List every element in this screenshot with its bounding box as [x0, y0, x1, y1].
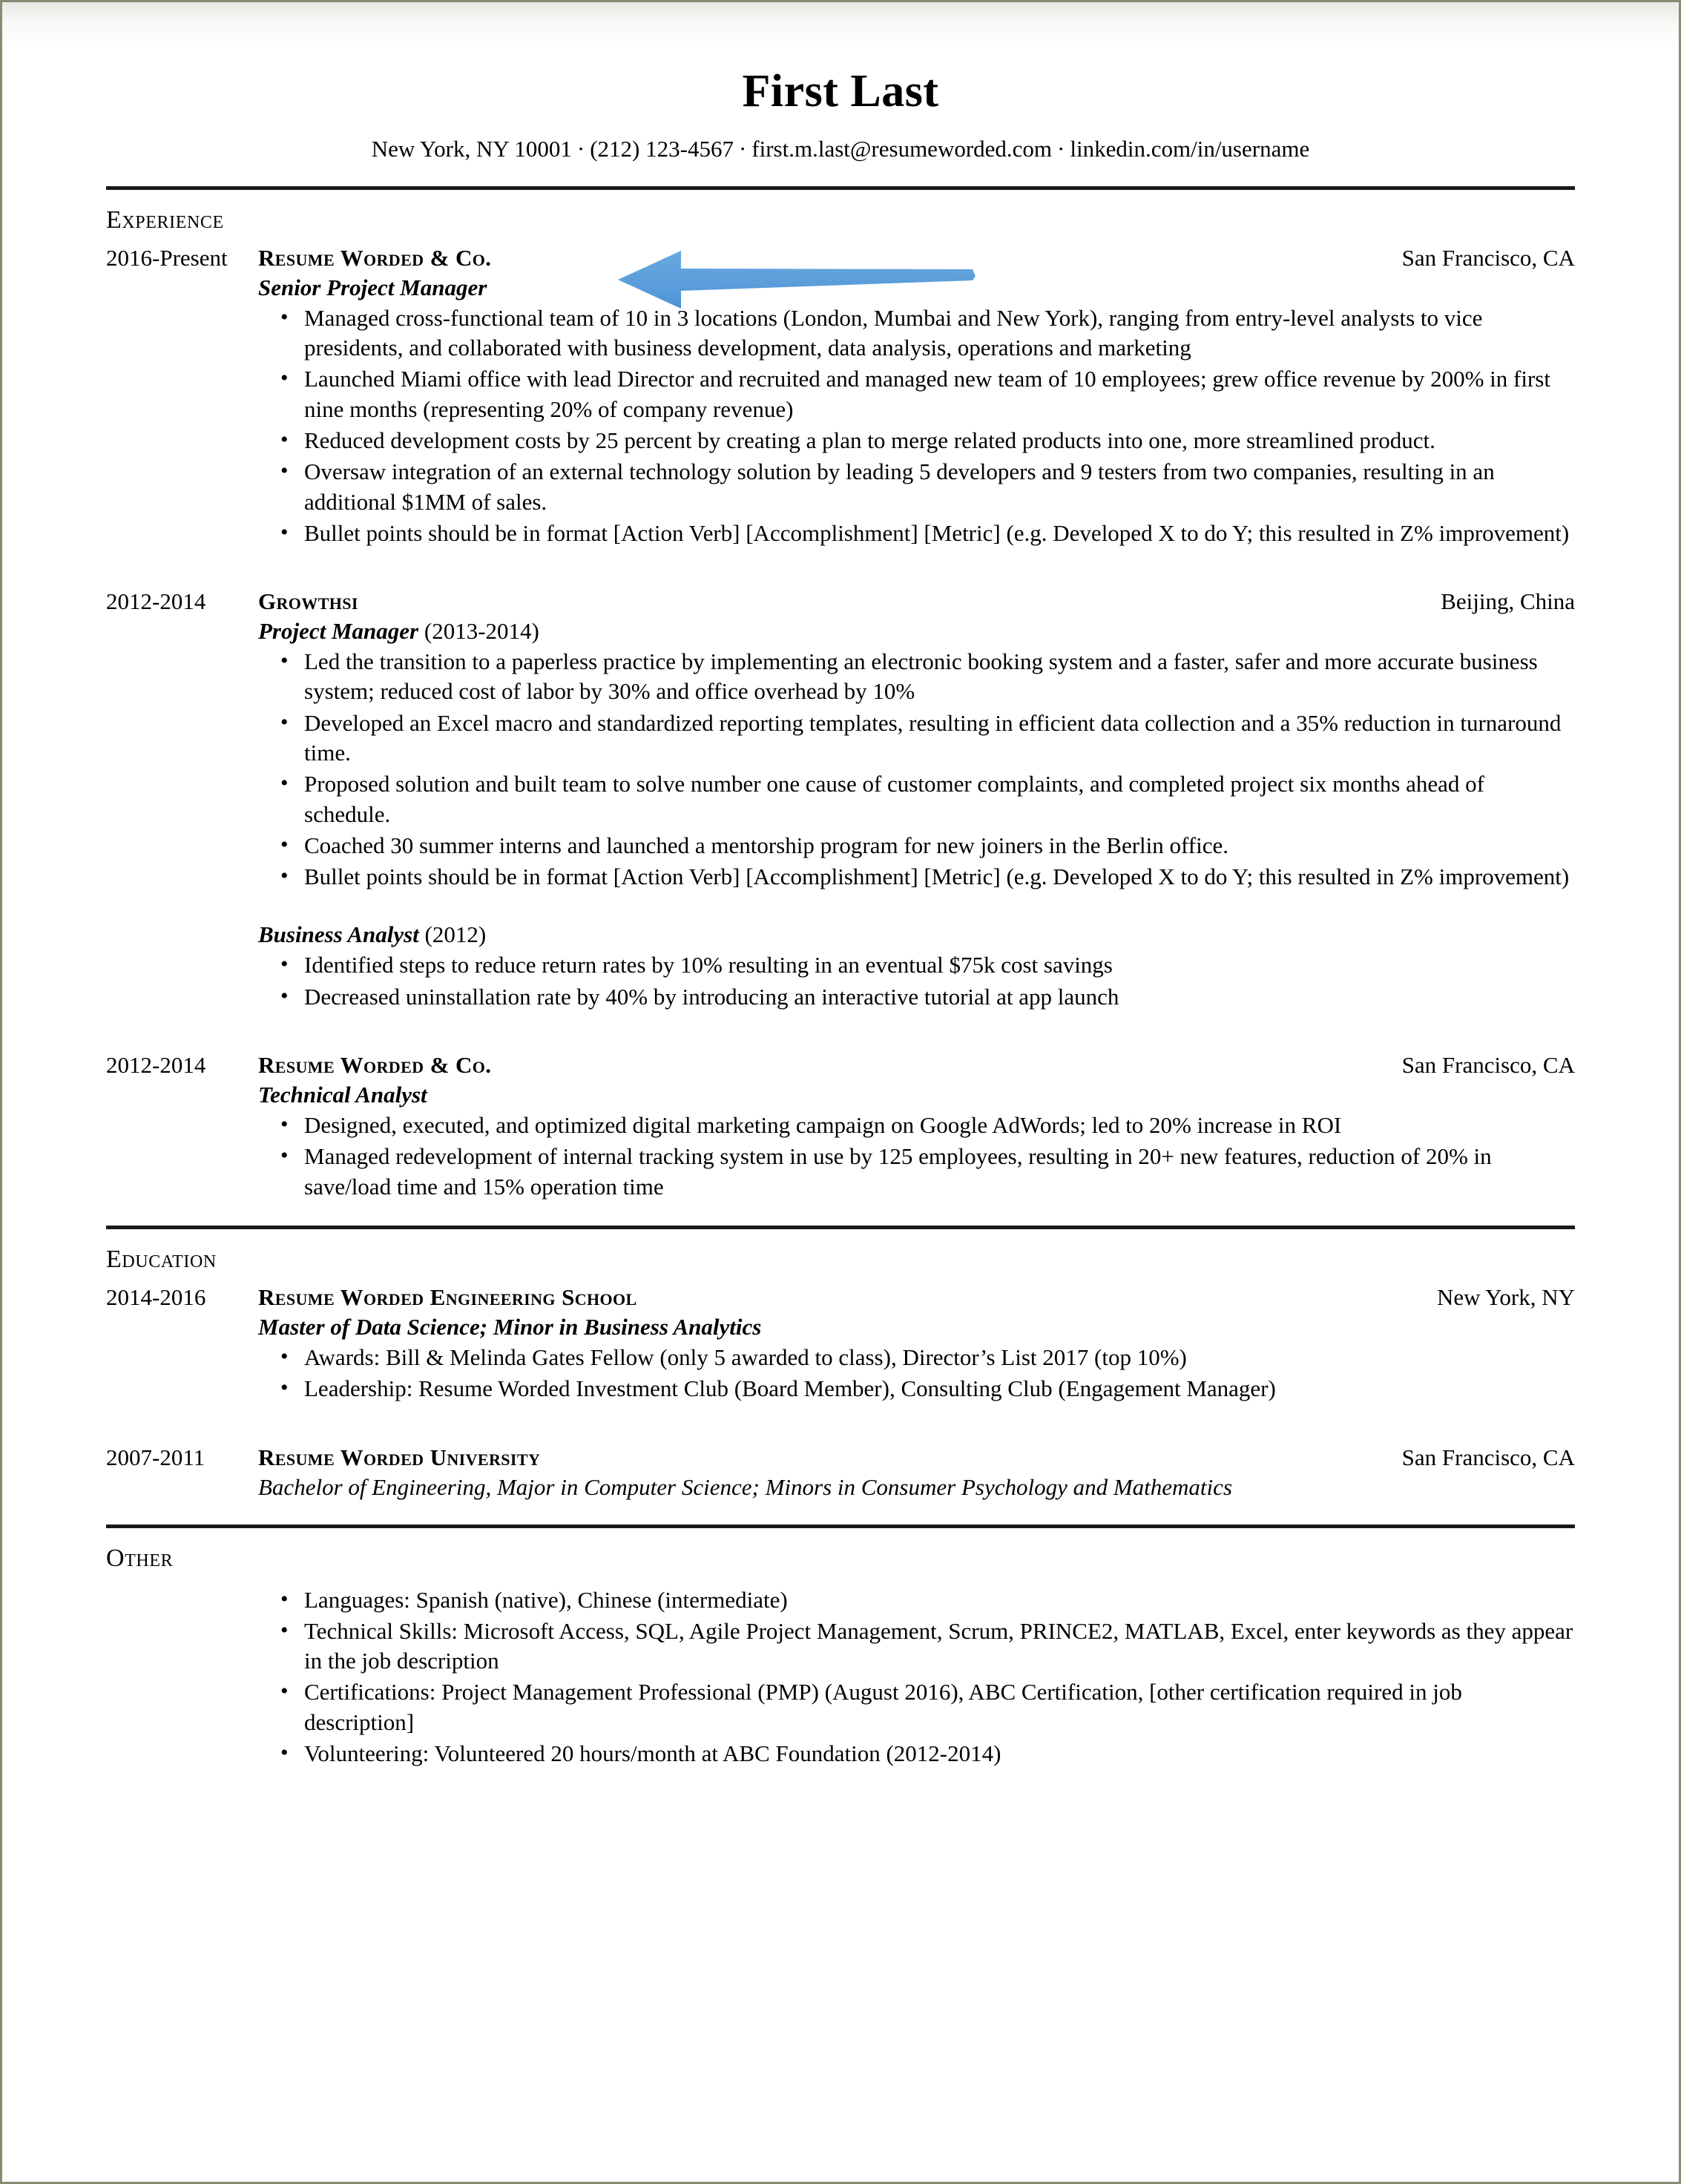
list-item: Coached 30 summer interns and launched a… [280, 830, 1575, 861]
entry-job-title-text: Technical Analyst [258, 1082, 427, 1108]
entry-degree: Master of Data Science; Minor in Busines… [258, 1313, 762, 1340]
entry-organization: Growthsi [258, 588, 358, 615]
entry-bullet-list: Led the transition to a paperless practi… [258, 646, 1575, 892]
entry-location: San Francisco, CA [1401, 1052, 1575, 1079]
entry-dates: 2012-2014 [106, 588, 206, 615]
entry-location: San Francisco, CA [1401, 1444, 1575, 1470]
entry-dates: 2016-Present [106, 244, 228, 271]
resume-page: First Last New York, NY 10001 · (212) 123-… [0, 0, 1681, 2184]
list-item: Languages: Spanish (native), Chinese (in… [280, 1585, 1575, 1615]
entry-location: San Francisco, CA [1401, 244, 1575, 271]
list-item: Bullet points should be in format [Actio… [280, 518, 1575, 548]
entry-job-title: Project Manager (2013-2014) [258, 618, 1575, 645]
entry-organization: Resume Worded & Co. [258, 1052, 492, 1079]
entry-organization: Resume Worded & Co. [258, 244, 492, 271]
list-item: Proposed solution and built team to solv… [280, 769, 1575, 829]
section-heading-other: Other [106, 1544, 174, 1572]
list-item: Oversaw integration of an external techn… [280, 456, 1575, 517]
contact-linkedin[interactable]: linkedin.com/in/username [1070, 136, 1309, 162]
entry-location: Beijing, China [1441, 588, 1575, 615]
entry-dates: 2007-2011 [106, 1444, 205, 1470]
contact-email[interactable]: first.m.last@resumeworded.com [751, 136, 1052, 162]
list-item: Bullet points should be in format [Actio… [280, 861, 1575, 892]
list-item: Awards: Bill & Melinda Gates Fellow (onl… [280, 1342, 1575, 1372]
list-item: Managed cross-functional team of 10 in 3… [280, 303, 1575, 364]
education-entry-2: 2007-2011 Resume Worded University San F… [106, 1444, 1575, 1501]
entry-dates: 2012-2014 [106, 1052, 206, 1079]
other-entry: Languages: Spanish (native), Chinese (in… [106, 1583, 1575, 1769]
contact-separator-1: · [576, 135, 585, 162]
subrole-job-title: Business Analyst (2012) [258, 921, 1575, 948]
entry-job-title-years: (2013-2014) [418, 618, 539, 645]
subrole-job-title-years: (2012) [418, 921, 487, 948]
entry-organization: Resume Worded University [258, 1444, 541, 1470]
entry-organization: Resume Worded Engineering School [258, 1283, 637, 1310]
header-divider [106, 185, 1575, 190]
list-item: Developed an Excel macro and standardize… [280, 708, 1575, 769]
entry-degree: Bachelor of Engineering, Major in Comput… [258, 1473, 1232, 1500]
subrole-job-title-text: Business Analyst [258, 921, 419, 948]
contact-line: New York, NY 10001 · (212) 123-4567 · first.… [106, 136, 1575, 162]
entry-bullet-list: Designed, executed, and optimized digita… [258, 1110, 1575, 1202]
experience-entry-1: 2016-Present Resume Worded & Co. San Fra… [106, 245, 1575, 548]
other-bullet-list: Languages: Spanish (native), Chinese (in… [258, 1585, 1575, 1769]
contact-separator-3: · [1057, 135, 1065, 162]
list-item: Managed redevelopment of internal tracki… [280, 1141, 1575, 1202]
entry-job-title-text: Senior Project Manager [258, 274, 487, 300]
contact-location: New York, NY 10001 [371, 135, 572, 162]
section-heading-education: Education [106, 1245, 217, 1273]
contact-phone: (212) 123-4567 [590, 135, 734, 162]
other-divider [106, 1524, 1575, 1528]
list-item: Led the transition to a paperless practi… [280, 646, 1575, 707]
list-item: Identified steps to reduce return rates … [280, 950, 1575, 980]
experience-entry-3: 2012-2014 Resume Worded & Co. San Franci… [106, 1052, 1575, 1202]
list-item: Launched Miami office with lead Director… [280, 364, 1575, 424]
entry-location: New York, NY [1436, 1283, 1575, 1310]
list-item: Technical Skills: Microsoft Access, SQL,… [280, 1616, 1575, 1677]
list-item: Volunteering: Volunteered 20 hours/month… [280, 1738, 1575, 1769]
list-item: Certifications: Project Management Profe… [280, 1677, 1575, 1737]
entry-dates: 2014-2016 [106, 1283, 206, 1310]
education-divider [106, 1225, 1575, 1229]
entry-job-title: Technical Analyst [258, 1082, 1575, 1108]
page-title: First Last [742, 66, 939, 116]
entry-bullet-list: Awards: Bill & Melinda Gates Fellow (onl… [258, 1342, 1575, 1404]
education-entry-1: 2014-2016 Resume Worded Engineering Scho… [106, 1284, 1575, 1404]
list-item: Decreased uninstallation rate by 40% by … [280, 981, 1575, 1012]
section-heading-experience: Experience [106, 205, 224, 234]
entry-job-title-text: Project Manager [258, 618, 419, 645]
contact-separator-2: · [738, 135, 747, 162]
entry-job-title: Senior Project Manager [258, 274, 1575, 301]
experience-entry-2: 2012-2014 Growthsi Beijing, China Projec… [106, 588, 1575, 1012]
list-item: Designed, executed, and optimized digita… [280, 1110, 1575, 1140]
list-item: Reduced development costs by 25 percent … [280, 425, 1575, 455]
entry-bullet-list: Managed cross-functional team of 10 in 3… [258, 303, 1575, 548]
page-top-sheen [2, 2, 1679, 47]
subrole-bullet-list: Identified steps to reduce return rates … [258, 950, 1575, 1012]
list-item: Leadership: Resume Worded Investment Clu… [280, 1373, 1575, 1404]
experience-subrole: Business Analyst (2012) Identified steps… [258, 921, 1575, 1012]
